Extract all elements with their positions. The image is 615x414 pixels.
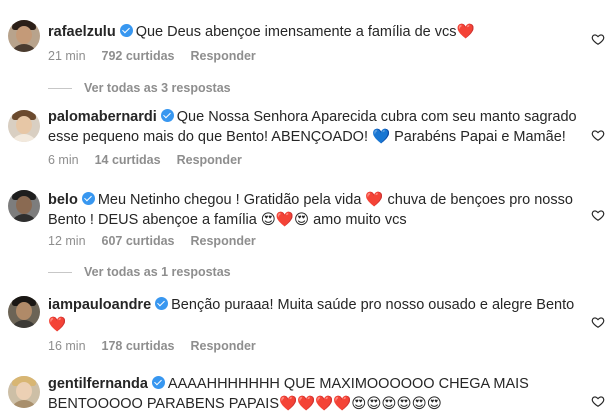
comment-time[interactable]: 6 min xyxy=(48,153,79,167)
comment-text: Meu Netinho chegou ! Gratidão pela vida … xyxy=(48,192,573,228)
heart-outline-icon[interactable] xyxy=(591,32,605,46)
view-replies-button[interactable]: Ver todas as 3 respostas xyxy=(48,80,231,96)
avatar[interactable] xyxy=(8,110,40,142)
reply-button[interactable]: Responder xyxy=(191,49,256,63)
comment-body: palomabernardi Que Nossa Senhora Aparecid… xyxy=(48,107,578,147)
avatar[interactable] xyxy=(8,296,40,328)
view-replies-button[interactable]: Ver todas as 1 respostas xyxy=(48,264,231,280)
comment-text: Que Deus abençoe imensamente a família d… xyxy=(135,24,475,40)
reply-button[interactable]: Responder xyxy=(191,339,256,353)
comment-body: iampauloandre Benção puraaa! Muita saúde … xyxy=(48,295,578,335)
comment-meta: 21 min 792 curtidas Responder xyxy=(48,48,272,64)
divider xyxy=(48,272,72,274)
avatar[interactable] xyxy=(8,190,40,222)
heart-outline-icon[interactable] xyxy=(591,315,605,329)
likes-count[interactable]: 178 curtidas xyxy=(102,339,175,353)
comment-meta: 12 min 607 curtidas Responder xyxy=(48,233,272,249)
avatar[interactable] xyxy=(8,376,40,408)
comment-body: rafaelzulu Que Deus abençoe imensamente a… xyxy=(48,22,578,42)
likes-count[interactable]: 792 curtidas xyxy=(102,49,175,63)
verified-badge-icon xyxy=(81,192,95,205)
username[interactable]: belo xyxy=(48,192,78,208)
username[interactable]: iampauloandre xyxy=(48,297,151,313)
comment-time[interactable]: 12 min xyxy=(48,234,86,248)
reply-button[interactable]: Responder xyxy=(177,153,242,167)
reply-button[interactable]: Responder xyxy=(191,234,256,248)
username[interactable]: gentilfernanda xyxy=(48,376,148,392)
comment-body: belo Meu Netinho chegou ! Gratidão pela v… xyxy=(48,190,578,230)
verified-badge-icon xyxy=(151,376,165,389)
divider xyxy=(48,88,72,90)
comment-meta: 16 min 178 curtidas Responder xyxy=(48,338,272,354)
heart-outline-icon[interactable] xyxy=(591,208,605,222)
comment-time[interactable]: 16 min xyxy=(48,339,86,353)
heart-outline-icon[interactable] xyxy=(591,394,605,408)
comment-time[interactable]: 21 min xyxy=(48,49,86,63)
likes-count[interactable]: 607 curtidas xyxy=(102,234,175,248)
avatar[interactable] xyxy=(8,20,40,52)
username[interactable]: rafaelzulu xyxy=(48,24,116,40)
heart-outline-icon[interactable] xyxy=(591,128,605,142)
username[interactable]: palomabernardi xyxy=(48,109,157,125)
comment-body: gentilfernanda AAAAHHHHHHH QUE MAXIMOOOOO… xyxy=(48,374,578,414)
likes-count[interactable]: 14 curtidas xyxy=(95,153,161,167)
verified-badge-icon xyxy=(155,297,169,310)
view-replies-label: Ver todas as 1 respostas xyxy=(84,265,231,279)
verified-badge-icon xyxy=(160,109,174,122)
verified-badge-icon xyxy=(119,24,133,37)
view-replies-label: Ver todas as 3 respostas xyxy=(84,81,231,95)
comment-meta: 6 min 14 curtidas Responder xyxy=(48,152,258,168)
